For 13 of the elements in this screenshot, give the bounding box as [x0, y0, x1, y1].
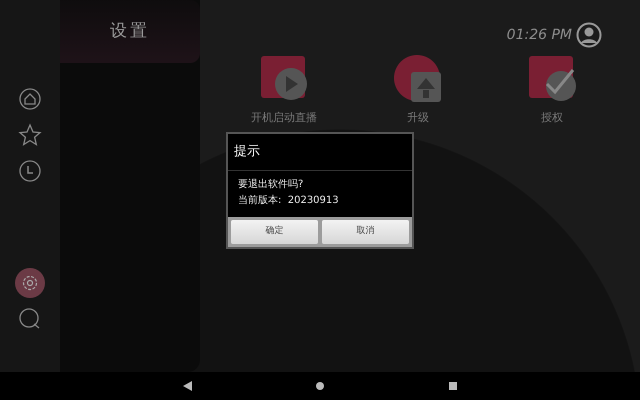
dialog-button[interactable]: 确定	[231, 220, 318, 244]
clock-time: 01:26 PM	[506, 26, 572, 44]
settings-icon[interactable]	[15, 268, 45, 298]
dialog-title: 提示	[228, 134, 412, 170]
dialog-message: 要退出软件吗?	[237, 178, 304, 192]
checkmark-icon[interactable]	[527, 54, 577, 104]
dialog-button[interactable]: 取消	[322, 220, 409, 244]
panel-title: 设置	[110, 20, 150, 43]
dialog-message: 当前版本: 20230913	[237, 194, 340, 208]
tile-label[interactable]: 升级	[407, 110, 429, 126]
tile-label[interactable]: 授权	[541, 110, 563, 126]
user-icon[interactable]	[576, 22, 602, 48]
tile-label[interactable]: 开机启动直播	[251, 110, 317, 126]
